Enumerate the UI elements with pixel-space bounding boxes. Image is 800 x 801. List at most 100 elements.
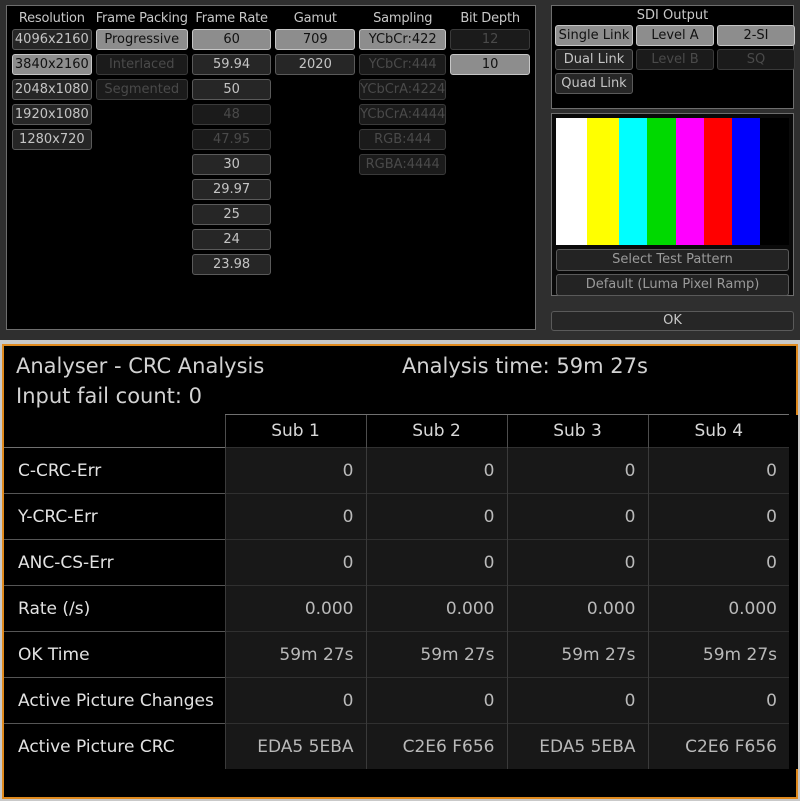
color-bar-cyan bbox=[618, 118, 647, 245]
table-row: C-CRC-Err 0 0 0 0 bbox=[4, 447, 798, 494]
generator-settings-area: Resolution 4096x2160 3840x2160 2048x1080 192… bbox=[0, 0, 800, 340]
option-1920x1080[interactable]: 1920x1080 bbox=[12, 104, 92, 125]
color-bar-blue bbox=[731, 118, 760, 245]
cell-value: 59m 27s bbox=[647, 631, 789, 678]
option-12: 12 bbox=[450, 29, 530, 50]
sdi-button-dual-link[interactable]: Dual Link bbox=[555, 49, 633, 70]
column-header-sub-1: Sub 1 bbox=[224, 414, 366, 448]
option-rgb-444: RGB:444 bbox=[359, 129, 447, 150]
table-row: ANC-CS-Err 0 0 0 0 bbox=[4, 539, 798, 586]
row-pad-cell bbox=[789, 539, 798, 586]
application-screen: Resolution 4096x2160 3840x2160 2048x1080 192… bbox=[0, 0, 800, 801]
table-row: OK Time 59m 27s 59m 27s 59m 27s 59m 27s bbox=[4, 631, 798, 678]
option-ycbcra-4224: YCbCrA:4224 bbox=[359, 79, 447, 100]
row-label-ok-time: OK Time bbox=[4, 631, 225, 678]
option-1280x720[interactable]: 1280x720 bbox=[12, 129, 92, 150]
table-header-row: Sub 1 Sub 2 Sub 3 Sub 4 bbox=[4, 414, 798, 448]
color-bar-red bbox=[703, 118, 732, 245]
option-ycbcr-422[interactable]: YCbCr:422 bbox=[359, 29, 447, 50]
option-30[interactable]: 30 bbox=[191, 154, 272, 175]
sdi-spacer bbox=[717, 73, 795, 94]
row-label-anc-cs-err: ANC-CS-Err bbox=[4, 539, 225, 586]
test-pattern-panel: Select Test Pattern Default (Luma Pixel … bbox=[551, 113, 794, 296]
option-47-95: 47.95 bbox=[191, 129, 272, 150]
analyser-title: Analyser - CRC Analysis bbox=[16, 354, 265, 378]
cell-value: 59m 27s bbox=[365, 631, 507, 678]
table-corner-cell bbox=[4, 414, 225, 448]
option-50[interactable]: 50 bbox=[191, 79, 272, 100]
sdi-button-sq: SQ bbox=[717, 49, 795, 70]
cell-value: C2E6 F656 bbox=[365, 723, 507, 769]
color-bar-green bbox=[646, 118, 676, 245]
crc-analyser-panel: Analyser - CRC Analysis Analysis time: 5… bbox=[2, 344, 798, 799]
cell-value: 0 bbox=[365, 493, 507, 540]
cell-value: 0 bbox=[506, 677, 648, 724]
row-pad-cell bbox=[789, 677, 798, 724]
option-59-94[interactable]: 59.94 bbox=[191, 54, 272, 75]
cell-value: 0 bbox=[506, 493, 648, 540]
cell-value: 0.000 bbox=[365, 585, 507, 632]
option-progressive[interactable]: Progressive bbox=[95, 29, 188, 50]
row-label-active-picture-changes: Active Picture Changes bbox=[4, 677, 225, 724]
cell-value: 0.000 bbox=[647, 585, 789, 632]
column-header: Bit Depth bbox=[460, 11, 520, 26]
column-header: Gamut bbox=[293, 11, 337, 26]
cell-value: 0 bbox=[365, 539, 507, 586]
row-pad-cell bbox=[789, 447, 798, 494]
select-test-pattern-button[interactable]: Select Test Pattern bbox=[556, 249, 789, 271]
option-709[interactable]: 709 bbox=[275, 29, 356, 50]
input-fail-count: Input fail count: 0 bbox=[16, 384, 203, 408]
crc-analyser-header: Analyser - CRC Analysis Analysis time: 5… bbox=[4, 346, 796, 414]
cell-value: 59m 27s bbox=[506, 631, 648, 678]
generator-column-bit-depth: Bit Depth 12 10 bbox=[450, 9, 530, 326]
row-label-active-picture-crc: Active Picture CRC bbox=[4, 723, 225, 769]
row-label-c-crc-err: C-CRC-Err bbox=[4, 447, 225, 494]
current-test-pattern-button[interactable]: Default (Luma Pixel Ramp) bbox=[556, 274, 789, 296]
cell-value: 0 bbox=[647, 447, 789, 494]
cell-value: 59m 27s bbox=[224, 631, 366, 678]
generator-columns: Resolution 4096x2160 3840x2160 2048x1080 192… bbox=[12, 9, 530, 326]
column-header: Frame Packing bbox=[95, 11, 188, 26]
color-bars-preview bbox=[556, 118, 789, 245]
sdi-button-quad-link[interactable]: Quad Link bbox=[555, 73, 633, 94]
option-29-97[interactable]: 29.97 bbox=[191, 179, 272, 200]
cell-value: 0 bbox=[647, 677, 789, 724]
option-25[interactable]: 25 bbox=[191, 204, 272, 225]
crc-results-table: Sub 1 Sub 2 Sub 3 Sub 4 C-CRC-Err 0 0 0 0 Y-CRC-… bbox=[4, 414, 798, 769]
option-2020[interactable]: 2020 bbox=[275, 54, 356, 75]
sdi-output-panel: SDI Output Single Link Level A 2-SI Dual Li… bbox=[551, 5, 795, 109]
sdi-button-level-b: Level B bbox=[636, 49, 714, 70]
option-rgba-4444: RGBA:4444 bbox=[359, 154, 447, 175]
cell-value: 0 bbox=[224, 493, 366, 540]
generator-column-frame-rate: Frame Rate 60 59.94 50 48 47.95 30 29.97 25 24 23.… bbox=[191, 9, 272, 326]
sdi-button-level-a[interactable]: Level A bbox=[636, 25, 714, 46]
cell-value: 0 bbox=[224, 447, 366, 494]
test-pattern-buttons: Select Test Pattern Default (Luma Pixel … bbox=[556, 249, 789, 296]
table-row: Active Picture Changes 0 0 0 0 bbox=[4, 677, 798, 724]
sdi-button-2-si[interactable]: 2-SI bbox=[717, 25, 795, 46]
option-24[interactable]: 24 bbox=[191, 229, 272, 250]
sdi-button-single-link[interactable]: Single Link bbox=[555, 25, 633, 46]
cell-value: 0 bbox=[506, 539, 648, 586]
row-label-y-crc-err: Y-CRC-Err bbox=[4, 493, 225, 540]
sdi-spacer bbox=[636, 73, 714, 94]
column-header-sub-4: Sub 4 bbox=[647, 414, 789, 448]
ok-button[interactable]: OK bbox=[551, 311, 794, 331]
column-header-sub-2: Sub 2 bbox=[365, 414, 507, 448]
generator-column-gamut: Gamut 709 2020 bbox=[275, 9, 356, 326]
option-2048x1080[interactable]: 2048x1080 bbox=[12, 79, 92, 100]
color-bar-black bbox=[759, 118, 789, 245]
signal-generator-panel: Resolution 4096x2160 3840x2160 2048x1080 192… bbox=[6, 5, 536, 330]
option-3840x2160[interactable]: 3840x2160 bbox=[12, 54, 92, 75]
option-48: 48 bbox=[191, 104, 272, 125]
row-label-rate-s-: Rate (/s) bbox=[4, 585, 225, 632]
cell-value: 0 bbox=[224, 539, 366, 586]
table-row: Active Picture CRC EDA5 5EBA C2E6 F656 EDA5… bbox=[4, 723, 798, 769]
option-60[interactable]: 60 bbox=[191, 29, 272, 50]
option-23-98[interactable]: 23.98 bbox=[191, 254, 272, 275]
cell-value: EDA5 5EBA bbox=[224, 723, 366, 769]
option-ycbcr-444: YCbCr:444 bbox=[359, 54, 447, 75]
option-4096x2160[interactable]: 4096x2160 bbox=[12, 29, 92, 50]
cell-value: 0 bbox=[506, 447, 648, 494]
option-10[interactable]: 10 bbox=[450, 54, 530, 75]
